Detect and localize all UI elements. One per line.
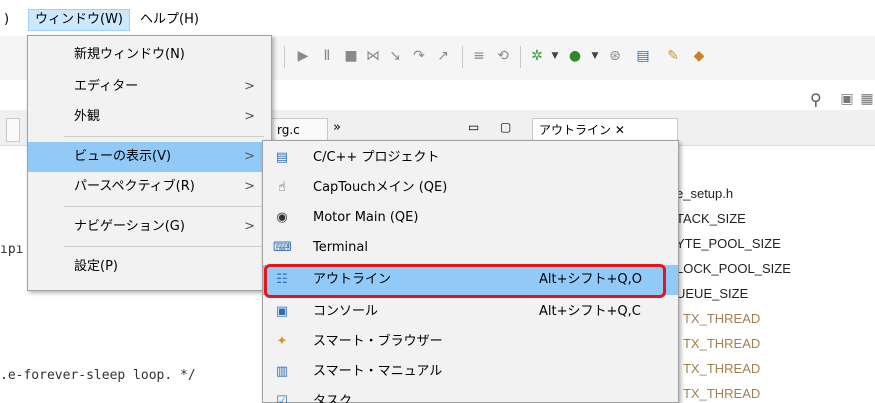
tab-editor-file[interactable]: rg.c bbox=[270, 118, 328, 142]
toolbar-separator bbox=[462, 46, 463, 68]
menu-item-appearance[interactable]: 外観 > bbox=[28, 102, 271, 132]
view-item-captouch[interactable]: ☝ CapTouchメイン (QE) bbox=[263, 173, 678, 203]
highlight-annotation-box bbox=[264, 264, 666, 298]
open-perspective-icon[interactable]: ◆ bbox=[690, 47, 708, 65]
editor-line-partial: ıpı bbox=[0, 242, 24, 257]
step-into-icon[interactable]: ↘ bbox=[386, 47, 404, 65]
view-item-label: CapTouchメイン (QE) bbox=[313, 180, 448, 195]
chevron-right-icon: > bbox=[244, 219, 255, 234]
outline-item[interactable]: e_setup.h bbox=[676, 186, 733, 201]
menu-divider bbox=[64, 246, 264, 247]
outline-item[interactable]: : TX_THREAD bbox=[676, 361, 760, 376]
menu-item-label: 新規ウィンドウ(N) bbox=[74, 47, 185, 62]
chevron-right-icon: > bbox=[244, 149, 255, 164]
outline-item[interactable]: YTE_POOL_SIZE bbox=[676, 236, 781, 251]
chevron-right-icon: > bbox=[244, 109, 255, 124]
new-file-icon[interactable]: ▤ bbox=[634, 47, 652, 65]
terminal-icon: ⌨ bbox=[273, 240, 292, 255]
search-icon[interactable]: ⚲ bbox=[810, 90, 822, 109]
toolbar-separator bbox=[284, 46, 285, 68]
view-item-cpp-project[interactable]: ▤ C/C++ プロジェクト bbox=[263, 143, 678, 173]
window-menu: 新規ウィンドウ(N) エディター > 外観 > ビューの表示(V) > パースペ… bbox=[27, 35, 272, 291]
run-icon[interactable]: ● bbox=[566, 47, 584, 65]
menu-item-label: ナビゲーション(G) bbox=[74, 219, 185, 234]
c-perspective-icon[interactable]: ▦ bbox=[858, 90, 875, 108]
menu-item-label: エディター bbox=[74, 79, 139, 94]
menu-item-navigation[interactable]: ナビゲーション(G) > bbox=[28, 212, 271, 242]
menu-divider bbox=[64, 206, 264, 207]
editor-comment: .e-forever-sleep loop. */ bbox=[0, 368, 196, 383]
minimize-icon[interactable]: ▭ bbox=[468, 120, 479, 134]
outline-item[interactable]: : TX_THREAD bbox=[676, 336, 760, 351]
menu-divider bbox=[64, 136, 264, 137]
touch-icon: ☝ bbox=[278, 180, 286, 195]
suspend-icon[interactable]: Ⅱ bbox=[318, 47, 336, 65]
view-item-smart-manual[interactable]: ▥ スマート・マニュアル bbox=[263, 357, 678, 387]
menu-item-label: ビューの表示(V) bbox=[74, 149, 172, 164]
project-icon: ▤ bbox=[275, 150, 289, 165]
view-item-shortcut: Alt+シフト+Q,C bbox=[539, 304, 641, 319]
menu-item-show-view[interactable]: ビューの表示(V) > bbox=[28, 142, 271, 172]
menu-help[interactable]: ヘルプ(H) bbox=[140, 9, 199, 31]
motor-icon: ◉ bbox=[276, 210, 288, 225]
outline-item[interactable]: : TX_THREAD bbox=[676, 386, 760, 401]
tab-partial[interactable] bbox=[6, 118, 20, 142]
chevron-right-icon: > bbox=[244, 179, 255, 194]
view-item-label: Motor Main (QE) bbox=[313, 210, 419, 225]
menu-item-preferences[interactable]: 設定(P) bbox=[28, 252, 271, 282]
edit-icon[interactable]: ✎ bbox=[664, 47, 682, 65]
view-item-motor-main[interactable]: ◉ Motor Main (QE) bbox=[263, 203, 678, 233]
outline-item[interactable]: UEUE_SIZE bbox=[676, 286, 748, 301]
view-item-console[interactable]: ▣ コンソール Alt+シフト+Q,C bbox=[263, 297, 678, 327]
menu-item-new-window[interactable]: 新規ウィンドウ(N) bbox=[28, 40, 271, 70]
menu-item-label: 外観 bbox=[74, 109, 101, 124]
task-icon: ☑ bbox=[276, 394, 288, 403]
menu-item-label: パースペクティブ(R) bbox=[74, 179, 195, 194]
view-item-terminal[interactable]: ⌨ Terminal bbox=[263, 233, 678, 263]
tab-overflow[interactable]: » bbox=[333, 120, 341, 135]
stop-icon[interactable]: ■ bbox=[342, 47, 360, 65]
tab-outline[interactable]: アウトライン ✕ bbox=[532, 118, 678, 142]
step-return-icon[interactable]: ↗ bbox=[434, 47, 452, 65]
chevron-down-icon[interactable]: ▼ bbox=[546, 47, 564, 65]
chevron-right-icon: > bbox=[244, 79, 255, 94]
step-over-icon[interactable]: ↷ bbox=[410, 47, 428, 65]
browser-icon: ✦ bbox=[276, 334, 288, 349]
resume-icon[interactable]: ▶ bbox=[294, 47, 312, 65]
menu-item-editor[interactable]: エディター > bbox=[28, 72, 271, 102]
menu-bar bbox=[0, 0, 875, 36]
view-item-tasks[interactable]: ☑ タスク bbox=[263, 387, 678, 403]
menu-item-perspective[interactable]: パースペクティブ(R) > bbox=[28, 172, 271, 202]
debug-icon[interactable]: ✲ bbox=[528, 47, 546, 65]
console-icon: ▣ bbox=[275, 304, 289, 319]
restart-icon[interactable]: ⟲ bbox=[494, 47, 512, 65]
view-item-smart-browser[interactable]: ✦ スマート・ブラウザー bbox=[263, 327, 678, 357]
menu-partial[interactable]: ) bbox=[4, 9, 9, 31]
view-item-label: タスク bbox=[313, 394, 353, 403]
toolbar-separator bbox=[520, 46, 521, 68]
manual-icon: ▥ bbox=[275, 364, 289, 379]
perspective-icon[interactable]: ▣ bbox=[838, 90, 856, 108]
instruction-step-icon[interactable]: ≡ bbox=[470, 47, 488, 65]
view-item-label: スマート・マニュアル bbox=[313, 364, 443, 379]
disconnect-icon[interactable]: ⋈ bbox=[364, 47, 382, 65]
view-item-label: スマート・ブラウザー bbox=[313, 334, 443, 349]
outline-item[interactable]: : TX_THREAD bbox=[676, 311, 760, 326]
menu-window[interactable]: ウィンドウ(W) bbox=[28, 9, 130, 31]
external-tools-icon[interactable]: ⊛ bbox=[606, 47, 624, 65]
maximize-icon[interactable]: ▢ bbox=[500, 120, 511, 134]
view-item-label: コンソール bbox=[313, 304, 379, 319]
menu-item-label: 設定(P) bbox=[74, 259, 118, 274]
view-item-label: C/C++ プロジェクト bbox=[313, 150, 440, 165]
view-item-label: Terminal bbox=[313, 240, 368, 255]
outline-item[interactable]: LOCK_POOL_SIZE bbox=[676, 261, 791, 276]
chevron-down-icon[interactable]: ▼ bbox=[586, 47, 604, 65]
outline-item[interactable]: TACK_SIZE bbox=[676, 211, 746, 226]
